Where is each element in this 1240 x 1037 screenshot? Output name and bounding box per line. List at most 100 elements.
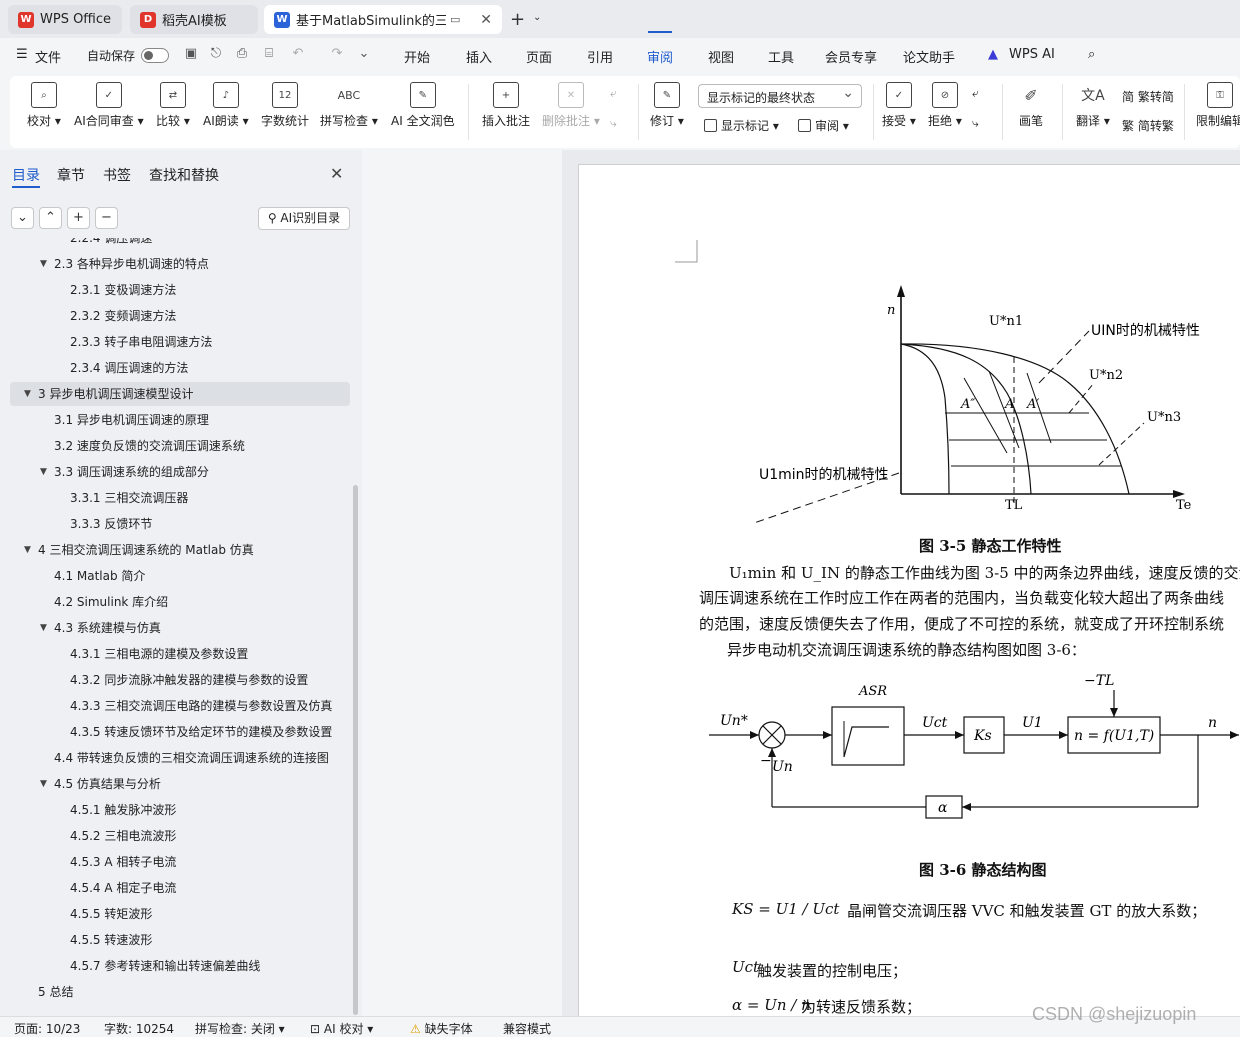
word-count-button[interactable]: 12 字数统计 (261, 82, 309, 129)
menu-wps-ai[interactable]: WPS AI (1009, 47, 1055, 62)
toc-item[interactable]: 3.2 速度负反馈的交流调压调速系统 (54, 434, 345, 458)
toc-item[interactable]: 3.3.3 反馈环节 (70, 512, 345, 536)
toc-item[interactable]: 4.5.5 转速波形 (70, 928, 345, 952)
translate-button[interactable]: 文A 翻译 ▾ (1076, 82, 1110, 129)
save-icon[interactable]: ▣ (183, 46, 199, 62)
word-count-indicator[interactable]: 字数: 10254 (104, 1020, 174, 1037)
toc-item[interactable]: 4 三相交流调压调速系统的 Matlab 仿真 (38, 538, 345, 562)
tab-docer-templates[interactable]: D 稻壳AI模板 (130, 5, 258, 34)
toc-item[interactable]: 3.3.1 三相交流调压器 (70, 486, 345, 510)
next-change-icon[interactable]: ⤷ (972, 116, 979, 131)
redo-icon[interactable]: ↷ (329, 46, 345, 62)
panel-tab-toc[interactable]: 目录 (12, 165, 40, 185)
collapse-caret-icon[interactable]: ▼ (24, 389, 31, 399)
markup-state-select[interactable]: 显示标记的最终状态 (698, 84, 862, 108)
toc-item[interactable]: 4.5.3 A 相转子电流 (70, 850, 345, 874)
collapse-caret-icon[interactable]: ▼ (40, 779, 47, 789)
collapse-caret-icon[interactable]: ▼ (24, 545, 31, 555)
toc-item[interactable]: 2.3.4 调压调速的方法 (70, 356, 345, 380)
toc-item[interactable]: 4.3.2 同步流脉冲触发器的建模与参数的设置 (70, 668, 345, 692)
menu-thesis-assistant[interactable]: 论文助手 (903, 47, 955, 66)
menu-page[interactable]: 页面 (526, 47, 552, 66)
close-tab-icon[interactable]: ✕ (480, 12, 492, 28)
toc-item[interactable]: 4.5.7 参考转速和输出转速偏差曲线 (70, 954, 345, 978)
autosave-toggle[interactable] (141, 48, 169, 63)
menu-insert[interactable]: 插入 (466, 47, 492, 66)
next-comment-icon[interactable]: ⤷ (610, 116, 617, 131)
toc-item[interactable]: 4.5.4 A 相定子电流 (70, 876, 345, 900)
toc-item[interactable]: 2.2.4 调压调速 (70, 238, 345, 250)
panel-tab-chapters[interactable]: 章节 (57, 165, 85, 185)
show-markup-button[interactable]: 显示标记 ▾ (704, 117, 779, 134)
toc-item[interactable]: 5 总结 (38, 980, 345, 1004)
collapse-all-button[interactable]: ⌃ (39, 207, 62, 229)
expand-all-button[interactable]: ⌄ (11, 207, 34, 229)
panel-tab-bookmarks[interactable]: 书签 (103, 165, 131, 185)
print-preview-icon[interactable]: ⌸ (261, 46, 277, 62)
tab-wps-office[interactable]: W WPS Office (8, 5, 122, 34)
search-icon[interactable]: ⌕ (1088, 47, 1095, 62)
hamburger-icon[interactable]: ☰ (16, 47, 28, 62)
toc-item[interactable]: 2.3.3 转子串电阻调速方法 (70, 330, 345, 354)
menu-file[interactable]: 文件 (35, 47, 61, 66)
simplified-to-traditional-button[interactable]: 繁 简转繁 (1122, 117, 1174, 134)
review-pane-button[interactable]: 审阅 ▾ (798, 117, 849, 134)
delete-comment-button[interactable]: ✕ 删除批注 ▾ (542, 82, 600, 129)
page-indicator[interactable]: 页面: 10/23 (14, 1020, 80, 1037)
add-heading-button[interactable]: + (67, 207, 90, 229)
toc-item[interactable]: 4.5.2 三相电流波形 (70, 824, 345, 848)
toc-item[interactable]: 3.3 调压调速系统的组成部分 (54, 460, 345, 484)
ai-contract-review-button[interactable]: ✓ AI合同审查 ▾ (74, 82, 144, 129)
toc-item[interactable]: 4.2 Simulink 库介绍 (54, 590, 345, 614)
toc-item[interactable]: 4.1 Matlab 简介 (54, 564, 345, 588)
print-icon[interactable]: ⎙ (234, 46, 250, 62)
ai-polish-button[interactable]: ✎ AI 全文润色 (391, 82, 455, 129)
previous-change-icon[interactable]: ⤶ (972, 86, 979, 101)
close-panel-icon[interactable]: ✕ (330, 164, 343, 183)
proof-button[interactable]: ⌕ 校对 ▾ (27, 82, 61, 129)
new-tab-icon[interactable]: + (510, 9, 525, 30)
toc-item[interactable]: 2.3.1 变极调速方法 (70, 278, 345, 302)
previous-comment-icon[interactable]: ⤶ (610, 86, 617, 101)
toc-item[interactable]: 4.3.3 三相交流调压电路的建模与参数设置及仿真 (70, 694, 345, 718)
quick-access-more-icon[interactable]: ⌄ (356, 46, 372, 62)
panel-tab-find-replace[interactable]: 查找和替换 (149, 165, 219, 185)
toc-item[interactable]: 2.3.2 变频调速方法 (70, 304, 345, 328)
accept-button[interactable]: ✓ 接受 ▾ (882, 82, 916, 129)
toc-item[interactable]: 2.3 各种异步电机调速的特点 (54, 252, 345, 276)
toc-item[interactable]: 4.4 带转速负反馈的三相交流调压调速系统的连接图 (54, 746, 345, 770)
toc-item[interactable]: 4.3 系统建模与仿真 (54, 616, 345, 640)
ai-identify-toc-button[interactable]: ⚲ AI识别目录 (258, 207, 350, 230)
menu-view[interactable]: 视图 (708, 47, 734, 66)
toc-item[interactable]: 3.1 异步电机调压调速的原理 (54, 408, 345, 432)
track-changes-button[interactable]: ✎ 修订 ▾ (650, 82, 684, 129)
collapse-caret-icon[interactable]: ▼ (40, 623, 47, 633)
toc-item[interactable]: 4.3.1 三相电源的建模及参数设置 (70, 642, 345, 666)
toc-item[interactable]: 4.3.5 转速反馈环节及给定环节的建模及参数设置 (70, 720, 345, 744)
undo-icon[interactable]: ↶ (290, 46, 306, 62)
toc-item[interactable]: 3 异步电机调压调速模型设计 (10, 382, 350, 406)
compare-button[interactable]: ⇄ 比较 ▾ (156, 82, 190, 129)
spell-check-button[interactable]: ABC 拼写检查 ▾ (320, 82, 378, 129)
menu-tools[interactable]: 工具 (768, 47, 794, 66)
pen-button[interactable]: ✐ 画笔 (1018, 82, 1044, 129)
collapse-caret-icon[interactable]: ▼ (40, 259, 47, 269)
menu-review[interactable]: 审阅 (647, 47, 673, 66)
spell-check-status[interactable]: 拼写检查: 关闭 ▾ (195, 1020, 285, 1037)
ai-read-aloud-button[interactable]: ♪ AI朗读 ▾ (203, 82, 249, 129)
toc-scrollbar[interactable] (353, 485, 358, 1015)
toc-item[interactable]: 4.5.1 触发脉冲波形 (70, 798, 345, 822)
traditional-to-simplified-button[interactable]: 简 繁转简 (1122, 88, 1174, 105)
restrict-editing-button[interactable]: ⚿ 限制编辑 (1196, 82, 1240, 129)
toc-item[interactable]: 4.5.5 转矩波形 (70, 902, 345, 926)
toc-item[interactable]: 4.5 仿真结果与分析 (54, 772, 345, 796)
ai-proof-status[interactable]: ⊡ AI 校对 ▾ (310, 1020, 373, 1037)
menu-references[interactable]: 引用 (587, 47, 613, 66)
reject-button[interactable]: ⊘ 拒绝 ▾ (928, 82, 962, 129)
menu-home[interactable]: 开始 (404, 47, 430, 66)
missing-font-status[interactable]: ⚠ 缺失字体 (410, 1020, 473, 1037)
collapse-caret-icon[interactable]: ▼ (40, 467, 47, 477)
share-icon[interactable]: ⎋ (208, 46, 224, 62)
tab-current-document[interactable]: W 基于MatlabSimulink的三相 ▭ ✕ (264, 5, 502, 34)
insert-comment-button[interactable]: + 插入批注 (482, 82, 530, 129)
